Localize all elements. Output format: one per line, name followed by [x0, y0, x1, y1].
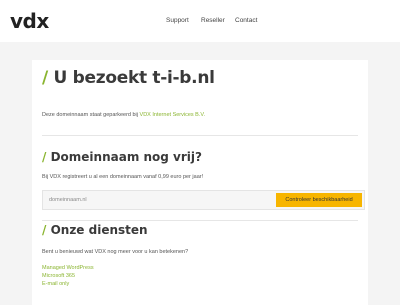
service-link-microsoft-365[interactable]: Microsoft 365	[42, 272, 94, 280]
check-availability-button[interactable]: Controleer beschikbaarheid	[276, 193, 362, 207]
service-link-email-only[interactable]: E-mail only	[42, 280, 94, 288]
section-title-domain-text: Domeinnaam nog vrij?	[50, 150, 202, 164]
title-slash: /	[42, 150, 47, 164]
nav-link-reseller[interactable]: Reseller	[201, 17, 225, 24]
domain-search-bar: Controleer beschikbaarheid	[42, 190, 365, 210]
section-title-services-text: Onze diensten	[50, 223, 148, 237]
services-intro-text: Bent u benieuwd wat VDX nog meer voor u …	[42, 249, 189, 255]
top-header: vdx Support Reseller Contact	[0, 0, 400, 42]
parked-text: Deze domeinnaam staat geparkeerd bij	[42, 112, 139, 118]
domain-pricing-text: Bij VDX registreert u al een domeinnaam …	[42, 174, 204, 180]
title-slash: /	[42, 68, 48, 88]
title-slash: /	[42, 223, 47, 237]
divider	[42, 220, 358, 221]
divider	[42, 135, 358, 136]
parked-notice: Deze domeinnaam staat geparkeerd bij VDX…	[42, 112, 205, 118]
section-title-services: / Onze diensten	[42, 223, 148, 237]
service-link-managed-wordpress[interactable]: Managed WordPress	[42, 264, 94, 272]
services-list: Managed WordPress Microsoft 365 E-mail o…	[42, 264, 94, 288]
vdx-logo[interactable]: vdx	[10, 9, 49, 33]
nav-link-support[interactable]: Support	[166, 17, 189, 24]
domain-search-input[interactable]	[43, 191, 273, 209]
page-title-text: U bezoekt t-i-b.nl	[53, 68, 215, 88]
page-title: / U bezoekt t-i-b.nl	[42, 68, 215, 88]
section-title-domain: / Domeinnaam nog vrij?	[42, 150, 202, 164]
nav-link-contact[interactable]: Contact	[235, 17, 257, 24]
parked-company-link[interactable]: VDX Internet Services B.V.	[140, 112, 206, 118]
main-card: / U bezoekt t-i-b.nl Deze domeinnaam sta…	[32, 60, 368, 305]
